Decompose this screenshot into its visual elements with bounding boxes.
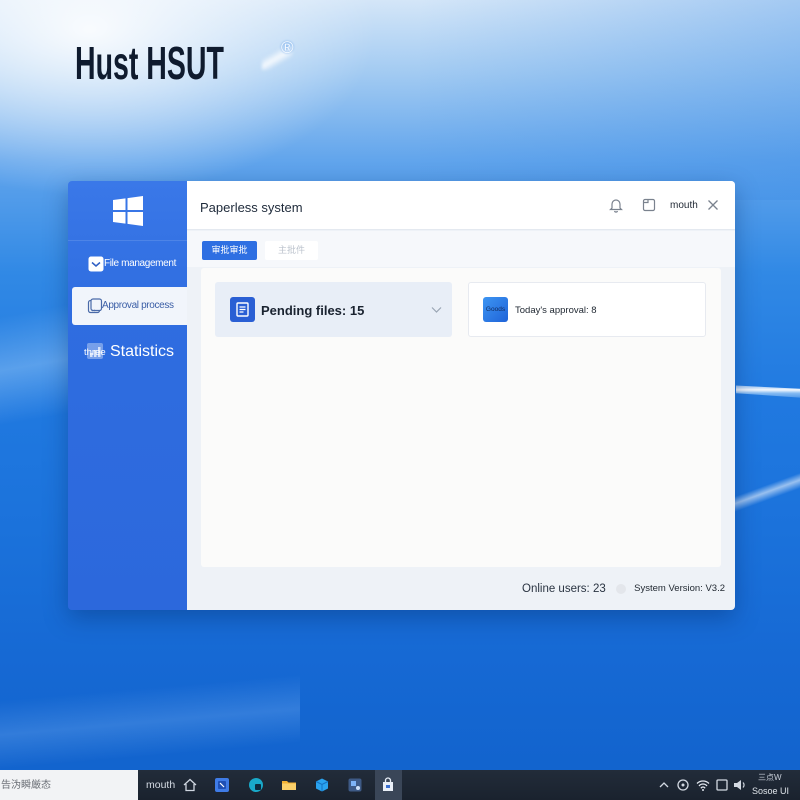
- online-users: Online users: 23: [522, 583, 606, 595]
- light-beam: [0, 660, 300, 770]
- pending-files-card[interactable]: Pending files: 15: [215, 282, 452, 337]
- todays-approval-card[interactable]: Goods Today's approval: 8: [468, 282, 706, 337]
- bell-icon[interactable]: [608, 197, 624, 213]
- wifi-icon[interactable]: [695, 777, 711, 793]
- light-beam: [0, 280, 68, 450]
- close-icon[interactable]: [707, 199, 719, 211]
- control-panel-icon[interactable]: [347, 777, 363, 793]
- sidebar-divider: [68, 240, 187, 241]
- goods-icon: Goods: [483, 297, 508, 322]
- sidebar-item-statistics[interactable]: three Statistics: [68, 337, 187, 369]
- taskbar-user-label[interactable]: mouth: [146, 779, 175, 792]
- window-header: Paperless system mouth: [187, 181, 735, 230]
- window-icon[interactable]: [641, 197, 657, 213]
- app-title: Paperless system: [200, 200, 303, 215]
- main-area: Paperless system mouth 审批审批 主批件 Pending …: [187, 181, 735, 610]
- file-explorer-icon[interactable]: [281, 777, 297, 793]
- clock-line-2: Sosoe UI: [752, 786, 790, 796]
- todays-approval-label: Today's approval: 8: [515, 305, 597, 316]
- checkbox-icon: [88, 256, 104, 272]
- chevron-up-icon[interactable]: [656, 777, 672, 793]
- tab-strip: 审批审批 主批件: [187, 231, 735, 267]
- tablet-icon: [87, 298, 103, 314]
- store-icon[interactable]: [314, 777, 330, 793]
- app-window: File management Approval process three S…: [68, 181, 735, 610]
- taskbar-search-box[interactable]: 告沩瞬厳态: [0, 770, 138, 800]
- sidebar: File management Approval process three S…: [68, 181, 187, 610]
- status-dot-icon: [616, 584, 626, 594]
- home-icon[interactable]: [182, 777, 198, 793]
- light-beam: [736, 385, 800, 398]
- sidebar-item-label: File management: [104, 258, 177, 269]
- clock-line-1: 三点W: [758, 773, 782, 782]
- light-beam: [420, 0, 800, 200]
- chevron-down-icon[interactable]: [431, 306, 442, 314]
- edge-icon[interactable]: [248, 777, 264, 793]
- content-panel: Pending files: 15 Goods Today's approval…: [201, 268, 721, 567]
- tablet-mode-icon[interactable]: [714, 777, 730, 793]
- system-version: System Version: V3.2: [634, 583, 725, 594]
- document-icon: [230, 297, 255, 322]
- tab-main-documents[interactable]: 主批件: [265, 241, 318, 260]
- status-footer: Online users: 23 System Version: V3.2: [187, 567, 735, 610]
- user-name[interactable]: mouth: [670, 199, 698, 213]
- taskbar: 告沩瞬厳态 mouth 三点W Sosoe UI: [0, 770, 800, 800]
- active-app-icon[interactable]: [380, 777, 396, 793]
- sidebar-item-file-management[interactable]: File management: [68, 251, 187, 277]
- mail-app-icon[interactable]: [214, 777, 230, 793]
- tab-approval[interactable]: 审批审批: [202, 241, 257, 260]
- status-icon[interactable]: [675, 777, 691, 793]
- sidebar-item-label: Approval process: [102, 300, 174, 311]
- sidebar-item-icon-caption: three: [84, 347, 106, 358]
- pending-files-label: Pending files: 15: [261, 303, 365, 318]
- registered-mark: ®: [281, 38, 294, 57]
- speaker-icon[interactable]: [732, 777, 748, 793]
- windows-logo-icon: [113, 196, 143, 226]
- taskbar-clock[interactable]: 三点W Sosoe UI: [752, 770, 792, 800]
- search-text: 告沩瞬厳态: [1, 780, 51, 791]
- desktop-title: Hust HSUT: [75, 37, 224, 89]
- sidebar-item-label: Statistics: [110, 343, 175, 360]
- sidebar-item-approval-process[interactable]: Approval process: [72, 287, 187, 325]
